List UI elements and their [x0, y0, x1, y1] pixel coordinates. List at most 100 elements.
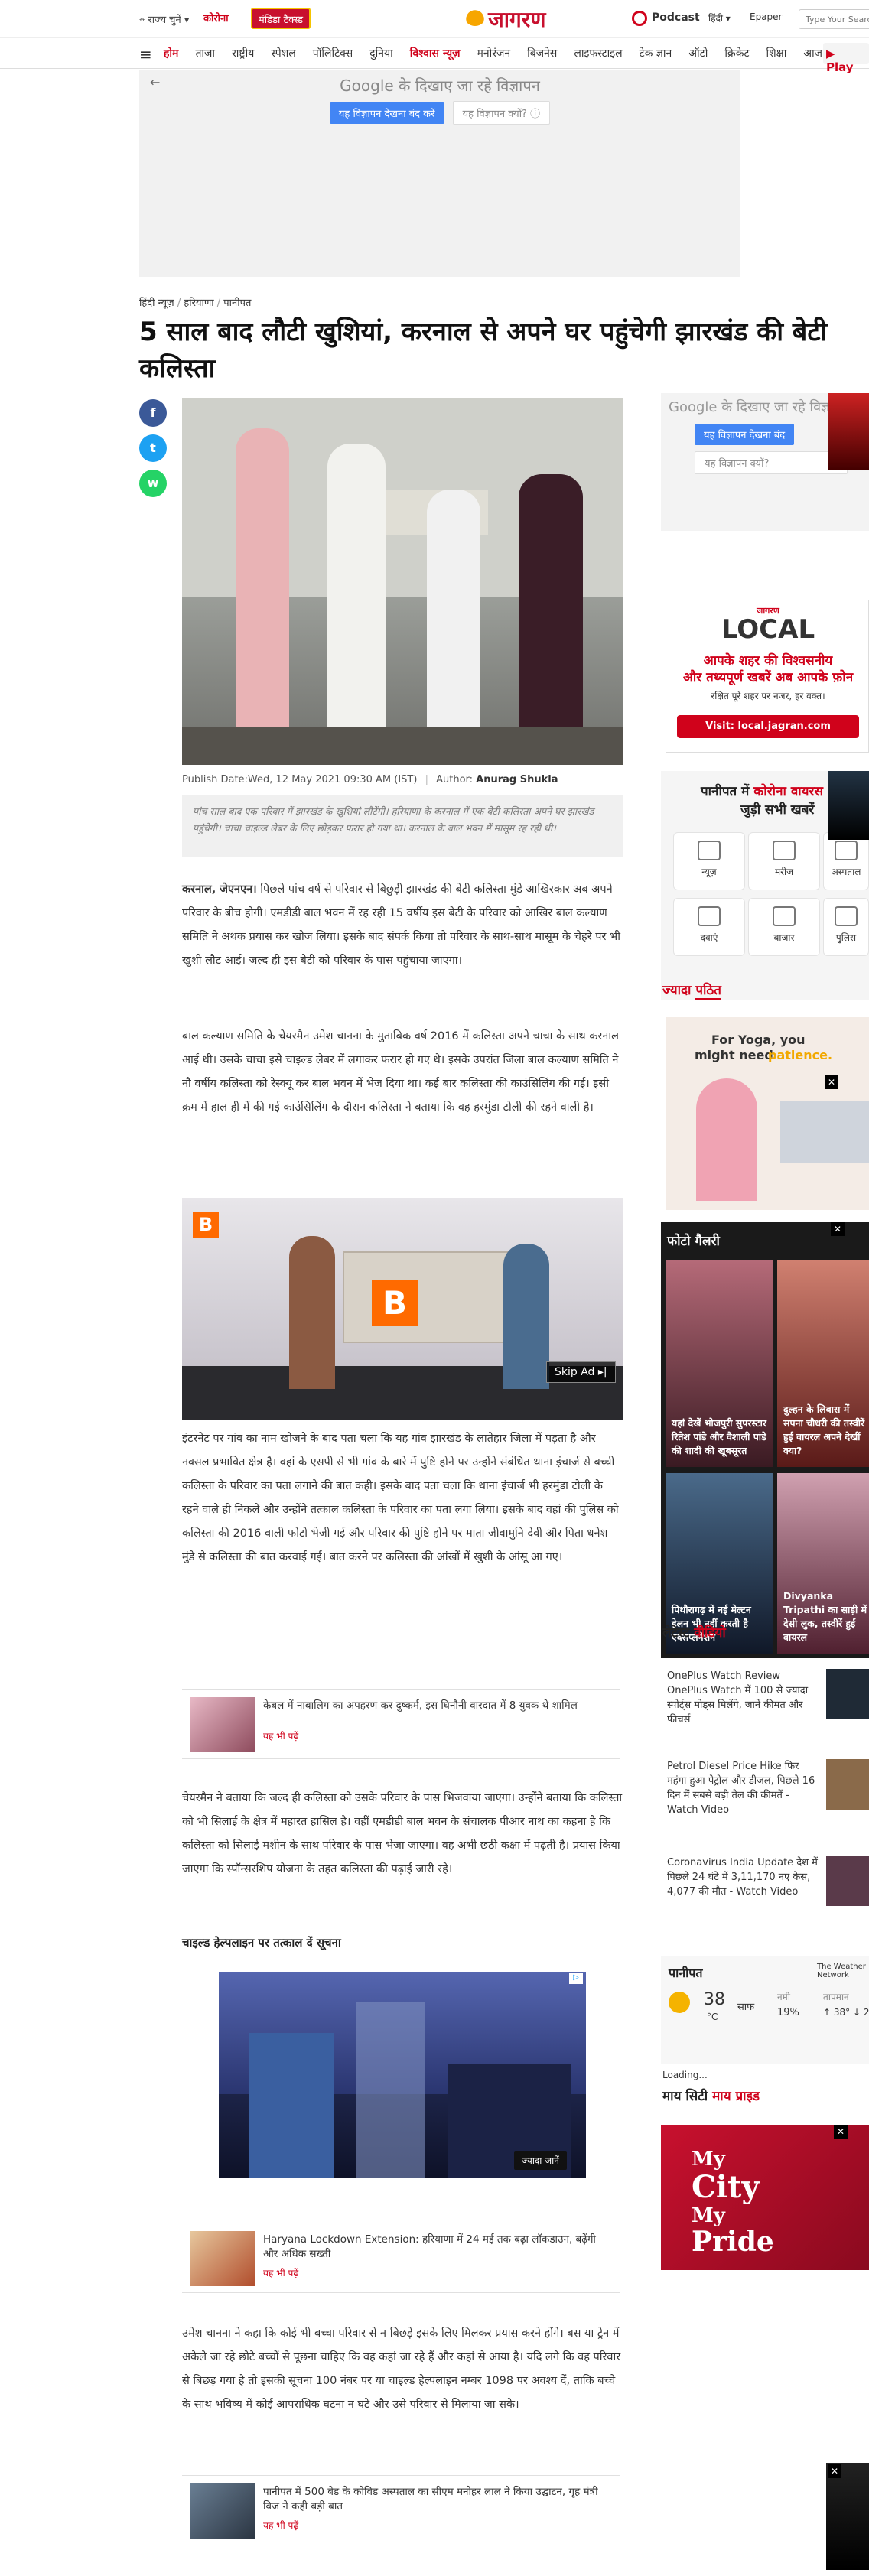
nav-item-1[interactable]: ताजा	[195, 46, 215, 60]
article-title: 5 साल बाद लौटी खुशियां, करनाल से अपने घर…	[139, 317, 828, 384]
hamburger-menu-icon[interactable]: ≡	[139, 45, 152, 63]
breadcrumb-item[interactable]: पानीपत	[223, 298, 251, 309]
related-more-3[interactable]: यह भी पढ़ें	[263, 2519, 298, 2532]
why-ad-button[interactable]: यह विज्ञापन क्यों? ⓘ	[452, 101, 551, 125]
twitter-share-icon[interactable]: t	[139, 434, 167, 462]
sticky-side-ad[interactable]	[826, 2463, 869, 2570]
breadcrumb-item[interactable]: हरियाणा	[184, 298, 213, 309]
related-more-2[interactable]: यह भी पढ़ें	[263, 2266, 298, 2279]
sidebar-ad-1: Google के दिखाए जा रहे विज्ञापन यह विज्ञ…	[661, 393, 869, 531]
stop-ad-button[interactable]: यह विज्ञापन देखना बंद करें	[329, 102, 444, 124]
my-city-banner[interactable]: My City My Pride ✕	[661, 2125, 869, 2270]
video-item-3[interactable]: Coronavirus India Update देश में पिछले 2…	[667, 1856, 820, 1899]
sidebar-stop-ad-button[interactable]: यह विज्ञापन देखना बंद	[695, 424, 795, 445]
corona-tag[interactable]: कोरोना	[203, 11, 229, 24]
nav-item-6[interactable]: विश्वास न्यूज़	[410, 46, 461, 60]
election-tag[interactable]: मंडिड़ा टैक्स्ड	[251, 8, 311, 29]
podcast-link[interactable]: Podcast	[652, 11, 700, 24]
facebook-share-icon[interactable]: f	[139, 399, 167, 427]
close-icon[interactable]: ✕	[834, 2125, 848, 2139]
yoga-ad[interactable]: For Yoga, you might need patience. ✕	[666, 1017, 869, 1210]
weather-temp-label: तापमान	[823, 1992, 849, 2002]
nav-item-7[interactable]: मनोरंजन	[477, 46, 510, 60]
corona-tile-news[interactable]: न्यूज़	[673, 832, 745, 890]
nav-item-0[interactable]: होम	[164, 46, 178, 60]
video-thumb-2[interactable]	[826, 1759, 869, 1810]
related-title-2: Haryana Lockdown Extension: हरियाणा में …	[263, 2233, 596, 2260]
language-label: हिंदी	[708, 13, 723, 24]
close-icon[interactable]: ✕	[825, 1075, 838, 1089]
yoga-line-3: patience.	[768, 1048, 833, 1062]
paragraph-1-text: पिछले पांच वर्ष से परिवार से बिछुड़ी झार…	[182, 883, 620, 967]
related-thumbnail-2	[190, 2231, 255, 2286]
close-icon[interactable]: ✕	[828, 2464, 841, 2478]
most-read-part-2: पठित	[695, 983, 721, 1000]
article-summary: पांच साल बाद एक परिवार में झारखंड के खुश…	[182, 795, 623, 857]
article-paragraph-4: चेयरमैन ने बताया कि जल्द ही कलिस्ता को उ…	[182, 1792, 623, 1875]
play-link[interactable]: ▶ Play	[823, 43, 869, 74]
related-article-1[interactable]: केबल में नाबालिग का अपहरण कर दुष्कर्म, इ…	[182, 1689, 620, 1759]
video-thumb-3[interactable]	[826, 1856, 869, 1906]
related-article-3[interactable]: पानीपत में 500 बेड के कोविड अस्पताल का स…	[182, 2475, 620, 2545]
close-icon[interactable]: ✕	[831, 1222, 845, 1236]
nav-item-11[interactable]: ऑटो	[688, 46, 708, 60]
corona-tile-market[interactable]: बाजार	[748, 898, 820, 956]
corona-tile-medicine[interactable]: दवाएं	[673, 898, 745, 956]
ad-person-figure	[249, 2033, 334, 2178]
local-visit-button[interactable]: Visit: local.jagran.com	[677, 715, 859, 738]
language-select[interactable]: हिंदी ▾	[708, 11, 731, 24]
gallery-item-4[interactable]: Divyanka Tripathi का साड़ी में देसी लुक,…	[777, 1473, 869, 1654]
video-brand-logo: B	[193, 1212, 219, 1238]
why-ad-label: यह विज्ञापन क्यों?	[462, 109, 527, 120]
weather-humidity-label: नमी	[777, 1992, 790, 2002]
video-item-1[interactable]: OnePlus Watch Review OnePlus Watch में 1…	[667, 1669, 820, 1727]
gallery-item-1[interactable]: यहां देखें भोजपुरी सुपरस्टार रितेश पांडे…	[666, 1260, 773, 1467]
ad-learn-more-button[interactable]: ज्यादा जानें	[514, 2151, 567, 2170]
nav-item-4[interactable]: पॉलिटिक्स	[313, 46, 353, 60]
state-select-label: राज्य चुनें	[148, 15, 181, 26]
nav-item-9[interactable]: लाइफस्टाइल	[574, 46, 622, 60]
epaper-link[interactable]: Epaper	[750, 11, 783, 22]
state-select[interactable]: ⌖ राज्य चुनें ▾	[139, 12, 189, 26]
weather-widget: पानीपत The Weather Network 38 °C साफ नमी…	[661, 1956, 869, 2064]
sidebar-why-ad-button[interactable]: यह विज्ञापन क्यों?	[695, 451, 848, 474]
local-brand: LOCAL	[721, 614, 815, 645]
video-thumb-1[interactable]	[826, 1669, 869, 1719]
inline-advertisement[interactable]: ▷ ज्यादा जानें	[219, 1972, 586, 2178]
related-more-1[interactable]: यह भी पढ़ें	[263, 1729, 298, 1742]
yoga-laptop	[780, 1101, 869, 1163]
nav-item-12[interactable]: क्रिकेट	[724, 46, 749, 60]
corona-tile-hospital[interactable]: अस्पताल	[823, 832, 869, 890]
local-line-3: रक्षित पूरे शहर पर नजर, हर वक्त।	[711, 691, 825, 701]
skip-ad-button[interactable]: Skip Ad ▸|	[546, 1361, 616, 1383]
jagran-local-banner[interactable]: जागरण LOCAL आपके शहर की विश्वसनीय और तथ्…	[666, 600, 869, 753]
yoga-line-2: might need	[695, 1048, 773, 1062]
video-item-2[interactable]: Petrol Diesel Price Hike फिर महंगा हुआ प…	[667, 1759, 820, 1817]
breadcrumb-item[interactable]: हिंदी न्यूज़	[139, 298, 174, 309]
medicine-icon	[698, 906, 721, 926]
ad-signpost	[356, 2002, 425, 2178]
corona-tile-police[interactable]: पुलिस	[823, 898, 869, 956]
latest-videos-list: OnePlus Watch Review OnePlus Watch में 1…	[661, 1660, 869, 1935]
gallery-item-2[interactable]: दुल्हन के लिबास में सपना चौधरी की तस्वीर…	[777, 1260, 869, 1467]
publish-date: Publish Date:Wed, 12 May 2021 09:30 AM (…	[182, 774, 418, 785]
image-person-1	[236, 428, 289, 742]
related-article-2[interactable]: Haryana Lockdown Extension: हरियाणा में …	[182, 2223, 620, 2293]
nav-item-10[interactable]: टेक ज्ञान	[640, 46, 672, 60]
corona-tile-patients[interactable]: मरीज	[748, 832, 820, 890]
sidebar-google-ad-notice: Google के दिखाए जा रहे विज्ञापन	[669, 399, 849, 415]
search-input[interactable]	[799, 9, 869, 29]
my-city-heading: माय सिटी माय प्राइड	[662, 2086, 760, 2104]
whatsapp-share-icon[interactable]: w	[139, 470, 167, 497]
related-thumbnail-1	[190, 1697, 255, 1752]
ad-choices-icon[interactable]: ▷	[569, 1973, 583, 1984]
nav-item-2[interactable]: राष्ट्रीय	[232, 46, 254, 60]
video-advertisement[interactable]: B B Skip Ad ▸|	[182, 1198, 623, 1420]
author-name[interactable]: Anurag Shukla	[476, 774, 558, 785]
nav-item-3[interactable]: स्पेशल	[271, 46, 295, 60]
nav-item-13[interactable]: शिक्षा	[766, 46, 787, 60]
news-icon	[698, 841, 721, 860]
site-logo[interactable]: जागरण	[488, 5, 546, 34]
nav-item-8[interactable]: बिजनेस	[527, 46, 557, 60]
nav-item-5[interactable]: दुनिया	[369, 46, 393, 60]
